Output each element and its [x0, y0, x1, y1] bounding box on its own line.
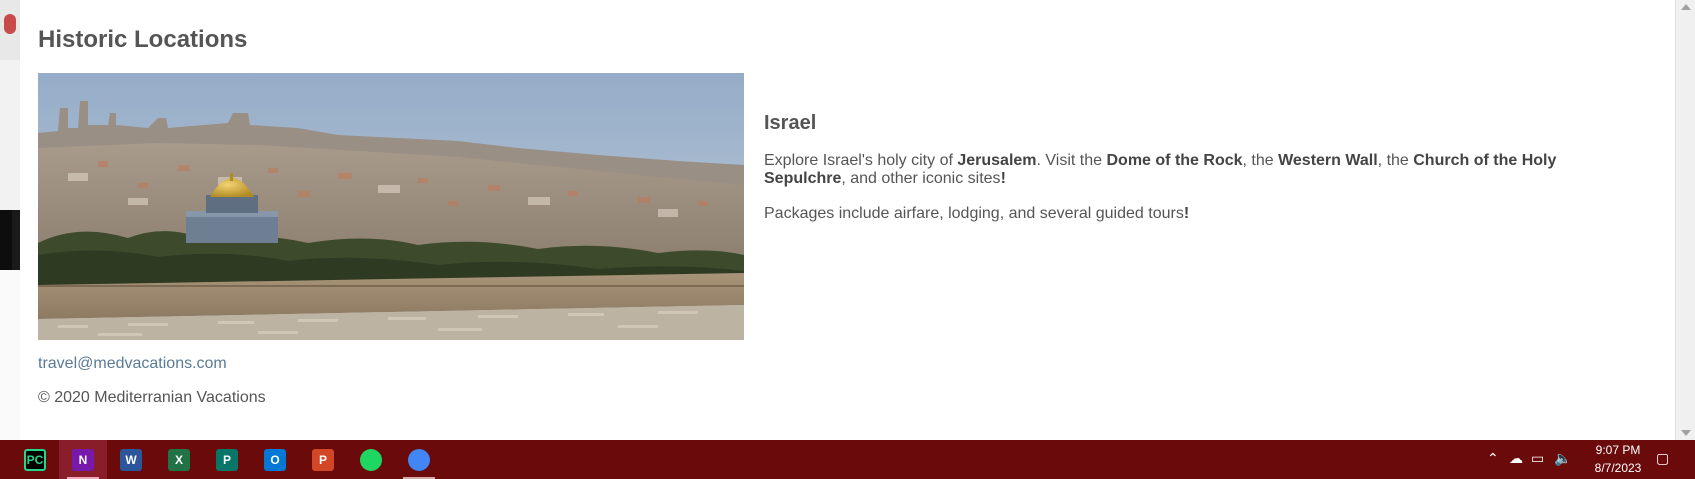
- packages-exclaim: !: [1183, 205, 1190, 222]
- onenote-taskbar-button[interactable]: N: [59, 440, 107, 479]
- excel-taskbar-button[interactable]: X: [155, 440, 203, 479]
- destination-description: Explore Israel's holy city of Jerusalem.…: [764, 152, 1599, 188]
- powerpoint-taskbar-button[interactable]: P: [299, 440, 347, 479]
- onedrive-icon[interactable]: ☁: [1509, 451, 1523, 467]
- chrome-taskbar-button[interactable]: [395, 440, 443, 479]
- destination-title: Israel: [764, 112, 817, 134]
- chrome-icon: [408, 448, 430, 471]
- highlighted-place: Western Wall: [1278, 152, 1378, 169]
- pycharm-icon: PC: [24, 448, 46, 471]
- taskbar: PC N W X P O P ⌃ ☁ ▭ 🔈 ▢: [0, 440, 1695, 479]
- packages-description: Packages include airfare, lodging, and s…: [764, 205, 1599, 223]
- highlighted-place: Dome of the Rock: [1106, 152, 1243, 169]
- outlook-taskbar-button[interactable]: O: [251, 440, 299, 479]
- word-icon: W: [120, 448, 142, 471]
- show-hidden-icons-icon[interactable]: ⌃: [1487, 451, 1499, 467]
- desktop-background: [0, 0, 20, 440]
- highlighted-place: Jerusalem: [957, 152, 1037, 169]
- section-title: Historic Locations: [38, 26, 248, 53]
- volume-icon[interactable]: 🔈: [1554, 451, 1571, 467]
- clock-date[interactable]: 8/7/2023: [1582, 461, 1654, 475]
- highlighted-place: !: [1000, 170, 1006, 187]
- description-text: , the: [1242, 152, 1279, 169]
- outlook-icon: O: [264, 448, 286, 471]
- publisher-taskbar-button[interactable]: P: [203, 440, 251, 479]
- clock-time[interactable]: 9:07 PM: [1588, 443, 1648, 457]
- jerusalem-photo: [38, 73, 744, 340]
- scroll-down-icon[interactable]: [1681, 430, 1691, 436]
- description-text: Explore Israel's holy city of: [764, 152, 958, 169]
- contact-email-link[interactable]: travel@medvacations.com: [38, 355, 227, 373]
- description-text: , and other iconic sites: [841, 170, 1001, 187]
- description-text: , the: [1377, 152, 1414, 169]
- action-center-icon[interactable]: ▢: [1656, 451, 1669, 467]
- publisher-icon: P: [216, 448, 238, 471]
- vertical-scrollbar[interactable]: [1675, 0, 1695, 440]
- spotify-icon: [360, 448, 382, 471]
- excel-icon: X: [168, 448, 190, 471]
- onenote-icon: N: [72, 448, 94, 471]
- word-taskbar-button[interactable]: W: [107, 440, 155, 479]
- pycharm-taskbar-button[interactable]: PC: [11, 440, 59, 479]
- description-text: . Visit the: [1036, 152, 1107, 169]
- packages-text: Packages include airfare, lodging, and s…: [764, 205, 1184, 222]
- powerpoint-icon: P: [312, 448, 334, 471]
- copyright-text: © 2020 Mediterranian Vacations: [38, 389, 266, 406]
- scroll-up-icon[interactable]: [1681, 4, 1691, 10]
- web-page: Historic Locations Israel Explore Israel…: [20, 0, 1675, 440]
- network-icon[interactable]: ▭: [1531, 451, 1544, 467]
- spotify-taskbar-button[interactable]: [347, 440, 395, 479]
